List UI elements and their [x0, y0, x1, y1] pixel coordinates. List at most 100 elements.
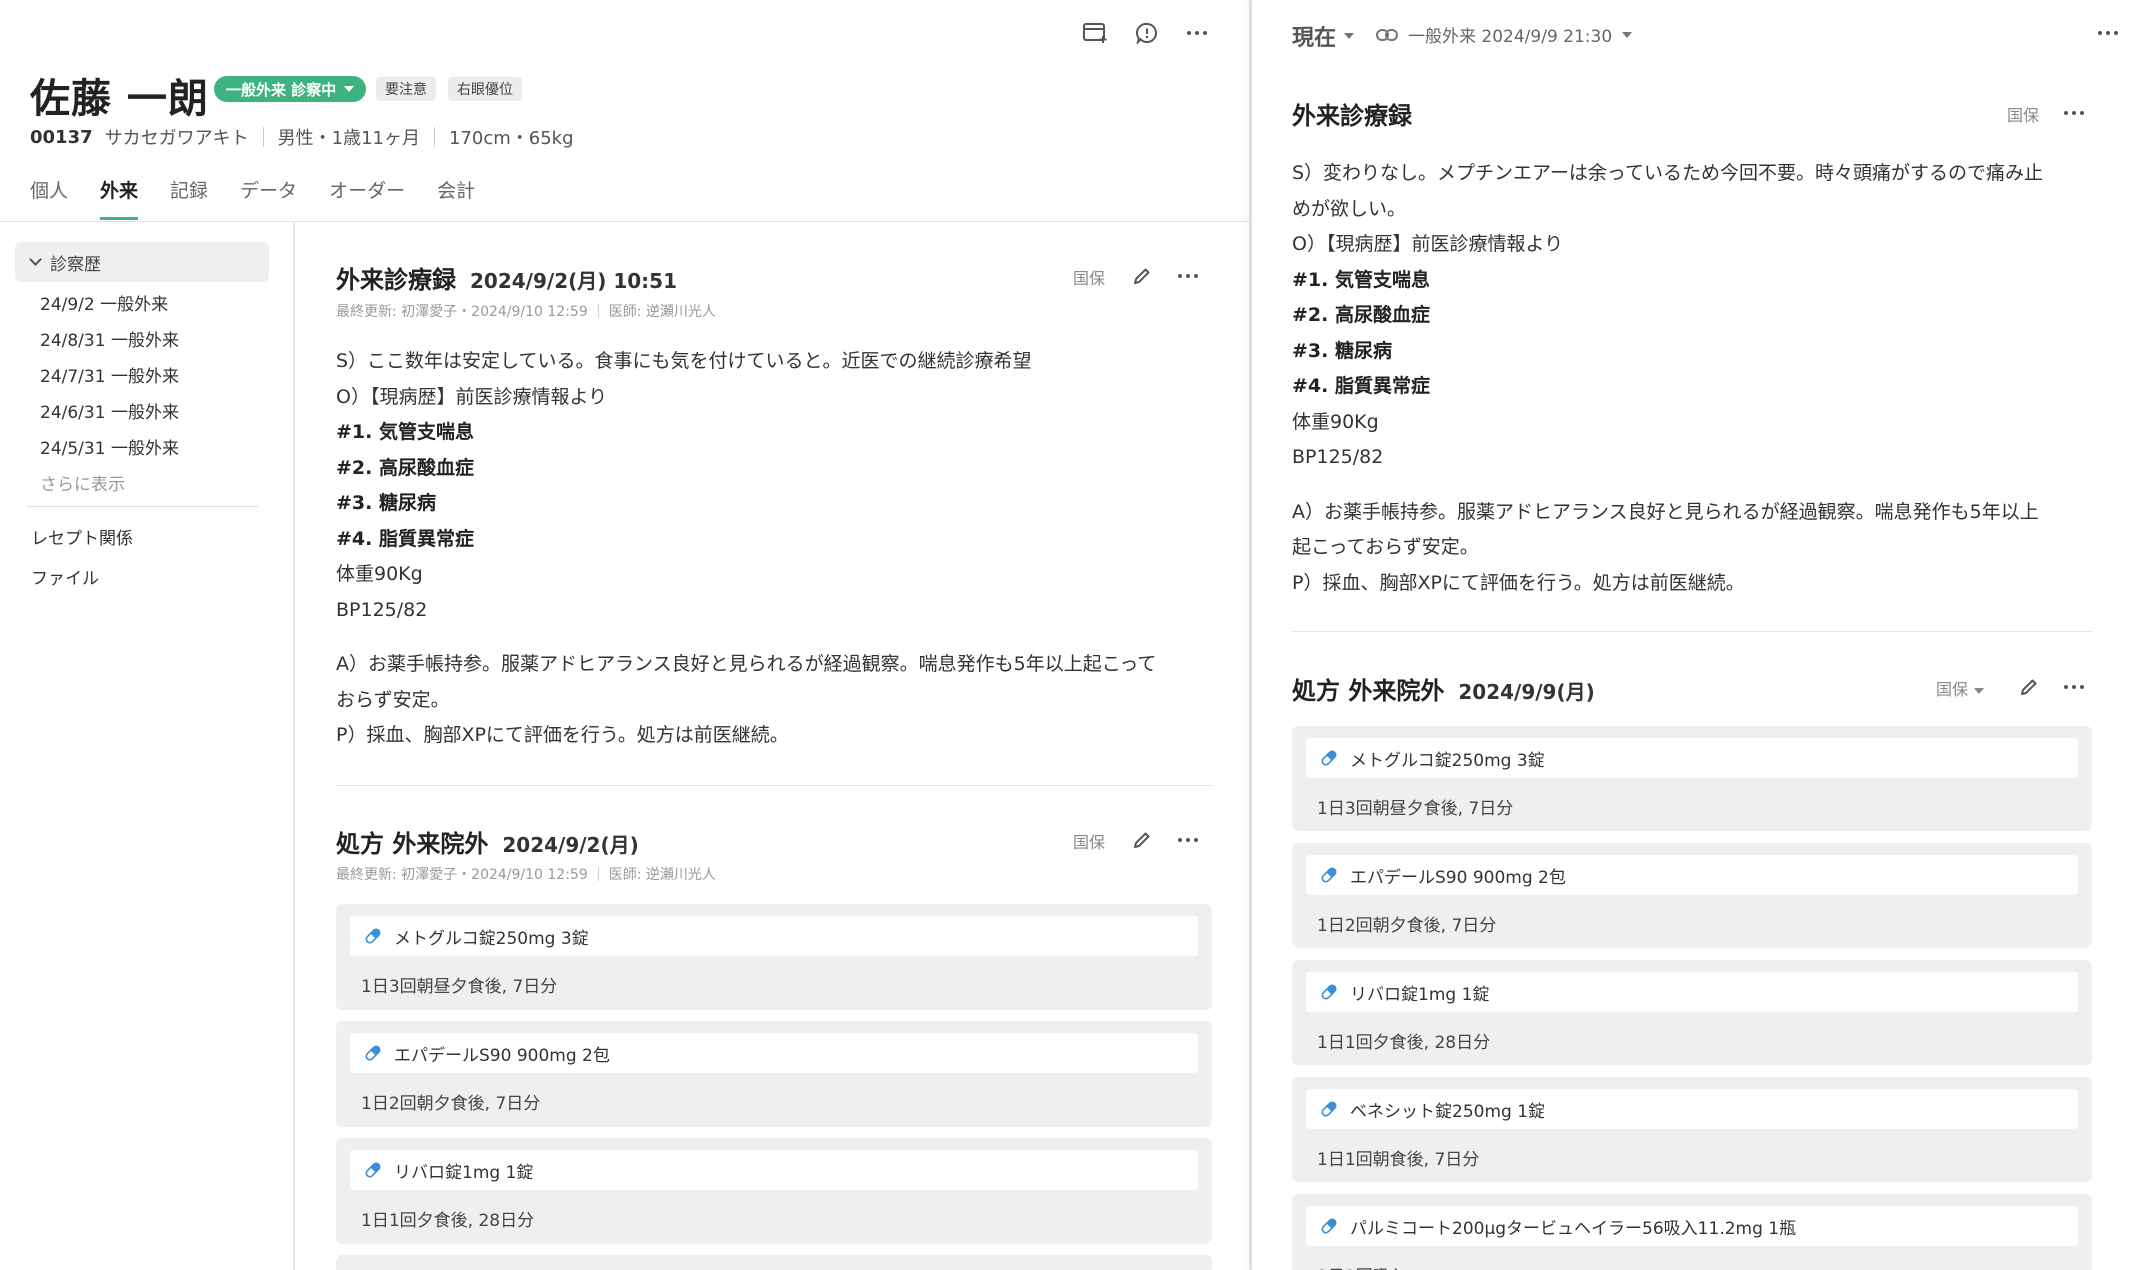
- caret-down-icon: [1622, 31, 1633, 38]
- sidebar-link-receipt[interactable]: レセプト関係: [31, 524, 133, 549]
- drug-name-row: リバロ錠1mg 1錠: [1306, 972, 2078, 1012]
- drug-usage: 1日2回朝夕食後, 7日分: [1317, 916, 1497, 936]
- tab-billing[interactable]: 会計: [437, 176, 475, 220]
- divider: [597, 304, 599, 318]
- pill-icon: [365, 1162, 381, 1178]
- diagnosis-item: #4. 脂質異常症: [336, 527, 474, 550]
- record-title-row: 外来診療録 2024/9/2(月) 10:51: [336, 260, 677, 295]
- insurance-label: 国保: [1936, 680, 1969, 699]
- more-options-icon[interactable]: [1168, 820, 1208, 860]
- link-icon: [1376, 28, 1398, 41]
- visit-sidebar: 診察歴 24/9/2 一般外来 24/8/31 一般外来 24/7/31 一般外…: [0, 222, 295, 1270]
- prescription-title: 処方 外来院外: [1292, 677, 1445, 705]
- insurance-label: 国保: [2007, 106, 2040, 125]
- more-options-icon[interactable]: [2054, 667, 2094, 707]
- diagnosis-item: #3. 糖尿病: [336, 492, 436, 514]
- prescription-item-card[interactable]: ベネシット錠250mg 1錠 1日1回朝食後, 7日分: [1292, 1077, 2092, 1182]
- visit-history-toggle[interactable]: 診察歴: [15, 242, 269, 282]
- edit-pencil-icon[interactable]: [2009, 667, 2049, 707]
- section-divider: [1292, 631, 2092, 632]
- main-tabs: 個人 外来 記録 データ オーダー 会計: [30, 176, 475, 220]
- visit-history-item[interactable]: 24/8/31 一般外来: [40, 326, 179, 351]
- diagnosis-item: #4. 脂質異常症: [1292, 375, 1430, 397]
- prescription-date: 2024/9/2(月): [502, 833, 639, 857]
- insurance-label: 国保: [1073, 269, 1106, 288]
- prescription-item-card[interactable]: [336, 1255, 1212, 1270]
- tag-right-eye-dominant: 右眼優位: [448, 77, 522, 101]
- visit-status-dropdown[interactable]: 一般外来 診察中: [214, 76, 367, 102]
- prescription-title: 処方 外来院外: [336, 830, 489, 858]
- drug-name: エパデールS90 900mg 2包: [1350, 867, 1566, 888]
- drug-usage: 1日1回夕食後, 28日分: [1317, 1033, 1491, 1053]
- drug-usage: 1日2回朝夕食後, 7日分: [361, 1094, 541, 1114]
- prescription-date: 2024/9/9(月): [1458, 680, 1595, 704]
- chevron-down-icon: [29, 253, 42, 266]
- sidebar-divider: [26, 506, 258, 507]
- visit-history-item[interactable]: 24/6/31 一般外来: [40, 398, 179, 423]
- patient-sex-age: 男性・1歳11ヶ月: [277, 128, 420, 149]
- last-updated: 最終更新: 初澤愛子・2024/9/10 12:59: [336, 867, 588, 883]
- more-options-icon[interactable]: [2088, 13, 2128, 53]
- more-options-icon[interactable]: [2054, 93, 2094, 133]
- bp-line: BP125/82: [336, 598, 428, 621]
- pill-icon: [365, 1045, 381, 1061]
- divider: [262, 127, 264, 147]
- alert-circle-icon[interactable]: [1127, 13, 1167, 53]
- last-updated: 最終更新: 初澤愛子・2024/9/10 12:59: [336, 304, 588, 320]
- subjective-line: S）ここ数年は安定している。食事にも気を付けていると。近医での継続診療希望: [336, 350, 1032, 372]
- record-body: S）ここ数年は安定している。食事にも気を付けていると。近医での継続診療希望 O）…: [336, 344, 1156, 754]
- tab-orders[interactable]: オーダー: [329, 176, 405, 220]
- caret-down-icon: [1344, 33, 1355, 39]
- edit-pencil-icon[interactable]: [1122, 820, 1162, 860]
- drug-name-row: メトグルコ錠250mg 3錠: [350, 916, 1198, 956]
- prescription-item-card[interactable]: リバロ錠1mg 1錠 1日1回夕食後, 28日分: [336, 1138, 1212, 1244]
- drug-name: メトグルコ錠250mg 3錠: [1350, 750, 1545, 771]
- divider: [433, 127, 435, 147]
- tab-outpatient[interactable]: 外来: [100, 176, 139, 220]
- drug-name-row: メトグルコ錠250mg 3錠: [1306, 738, 2078, 778]
- pill-icon: [1321, 1218, 1337, 1234]
- visit-history-item[interactable]: 24/9/2 一般外来: [40, 290, 168, 315]
- caret-down-icon: [344, 86, 355, 92]
- prescription-item-card[interactable]: メトグルコ錠250mg 3錠 1日3回朝昼夕食後, 7日分: [336, 904, 1212, 1010]
- patient-id: 00137: [30, 126, 93, 148]
- edit-pencil-icon[interactable]: [1122, 256, 1162, 296]
- prescription-item-card[interactable]: エパデールS90 900mg 2包 1日2回朝夕食後, 7日分: [1292, 843, 2092, 948]
- subjective-line: めが欲しい。: [1292, 197, 1407, 220]
- more-options-icon[interactable]: [1168, 256, 1208, 296]
- pill-icon: [1321, 867, 1337, 883]
- prescription-item-card[interactable]: リバロ錠1mg 1錠 1日1回夕食後, 28日分: [1292, 960, 2092, 1065]
- insurance-dropdown[interactable]: 国保: [1936, 676, 1985, 700]
- assessment-line: A）お薬手帳持参。服薬アドヒアランス良好と見られるが経過観察。喘息発作も5年以上…: [336, 653, 1157, 675]
- visit-history-item[interactable]: 24/5/31 一般外来: [40, 434, 179, 459]
- visit-history-item[interactable]: 24/7/31 一般外来: [40, 362, 179, 387]
- prescription-item-card[interactable]: メトグルコ錠250mg 3錠 1日3回朝昼夕食後, 7日分: [1292, 726, 2092, 831]
- more-options-icon[interactable]: [1177, 13, 1217, 53]
- record-title-row: 外来診療録: [1292, 96, 1412, 131]
- prescription-title-row: 処方 外来院外 2024/9/2(月): [336, 824, 639, 859]
- patient-info-line: 00137 サカセガワアキト 男性・1歳11ヶ月 170cm・65kg: [30, 124, 574, 150]
- prescription-item-card[interactable]: パルミコート200μgタービュヘイラー56吸入11.2mg 1瓶 1日2回吸入: [1292, 1194, 2092, 1270]
- drug-usage: 1日1回朝食後, 7日分: [1317, 1150, 1480, 1170]
- sidebar-link-files[interactable]: ファイル: [31, 564, 99, 589]
- doctor-name: 医師: 逆瀬川光人: [608, 867, 716, 883]
- show-more-link[interactable]: さらに表示: [40, 470, 125, 495]
- tab-personal[interactable]: 個人: [30, 176, 68, 220]
- tab-records[interactable]: 記録: [170, 176, 208, 220]
- tag-caution: 要注意: [376, 77, 436, 101]
- visit-history-label: 診察歴: [50, 254, 101, 275]
- tab-data[interactable]: データ: [240, 176, 297, 220]
- prescription-title-row: 処方 外来院外 2024/9/9(月): [1292, 671, 1595, 706]
- current-selector[interactable]: 現在: [1292, 20, 1355, 52]
- drug-name: メトグルコ錠250mg 3錠: [394, 928, 589, 949]
- pill-icon: [1321, 984, 1337, 1000]
- prescription-item-card[interactable]: エパデールS90 900mg 2包 1日2回朝夕食後, 7日分: [336, 1021, 1212, 1127]
- diagnosis-item: #1. 気管支喘息: [336, 421, 474, 443]
- visit-selector[interactable]: 一般外来 2024/9/9 21:30: [1376, 22, 1633, 47]
- visit-label: 一般外来 2024/9/9 21:30: [1408, 27, 1613, 47]
- diagnosis-item: #2. 高尿酸血症: [1292, 304, 1430, 326]
- patient-record-pane: 佐藤 一朗 一般外来 診察中 要注意 右眼優位 00137 サカセガワアキト 男…: [0, 0, 1250, 1270]
- card-add-icon[interactable]: [1076, 13, 1116, 53]
- record-body: S）変わりなし。メプチンエアーは余っているため今回不要。時々頭痛がするので痛み止…: [1292, 156, 2043, 601]
